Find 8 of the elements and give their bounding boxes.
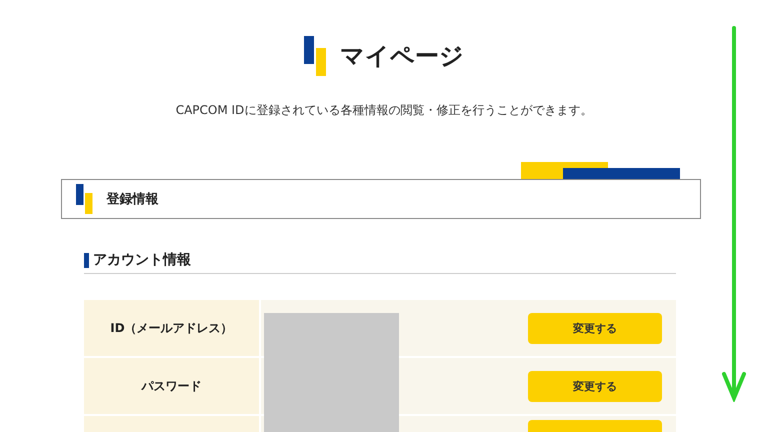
change-button[interactable]: 変更する (528, 370, 662, 402)
page-title: マイページ (340, 41, 464, 72)
page-description: CAPCOM IDに登録されている各種情報の閲覧・修正を行うことができます。 (174, 102, 594, 119)
row-label: パスワード (84, 358, 259, 414)
row-label: ID（メールアドレス） (84, 300, 259, 356)
change-button[interactable]: 変更する (528, 312, 662, 344)
section-title: 登録情報 (106, 191, 158, 208)
account-heading: アカウント情報 (93, 251, 191, 269)
